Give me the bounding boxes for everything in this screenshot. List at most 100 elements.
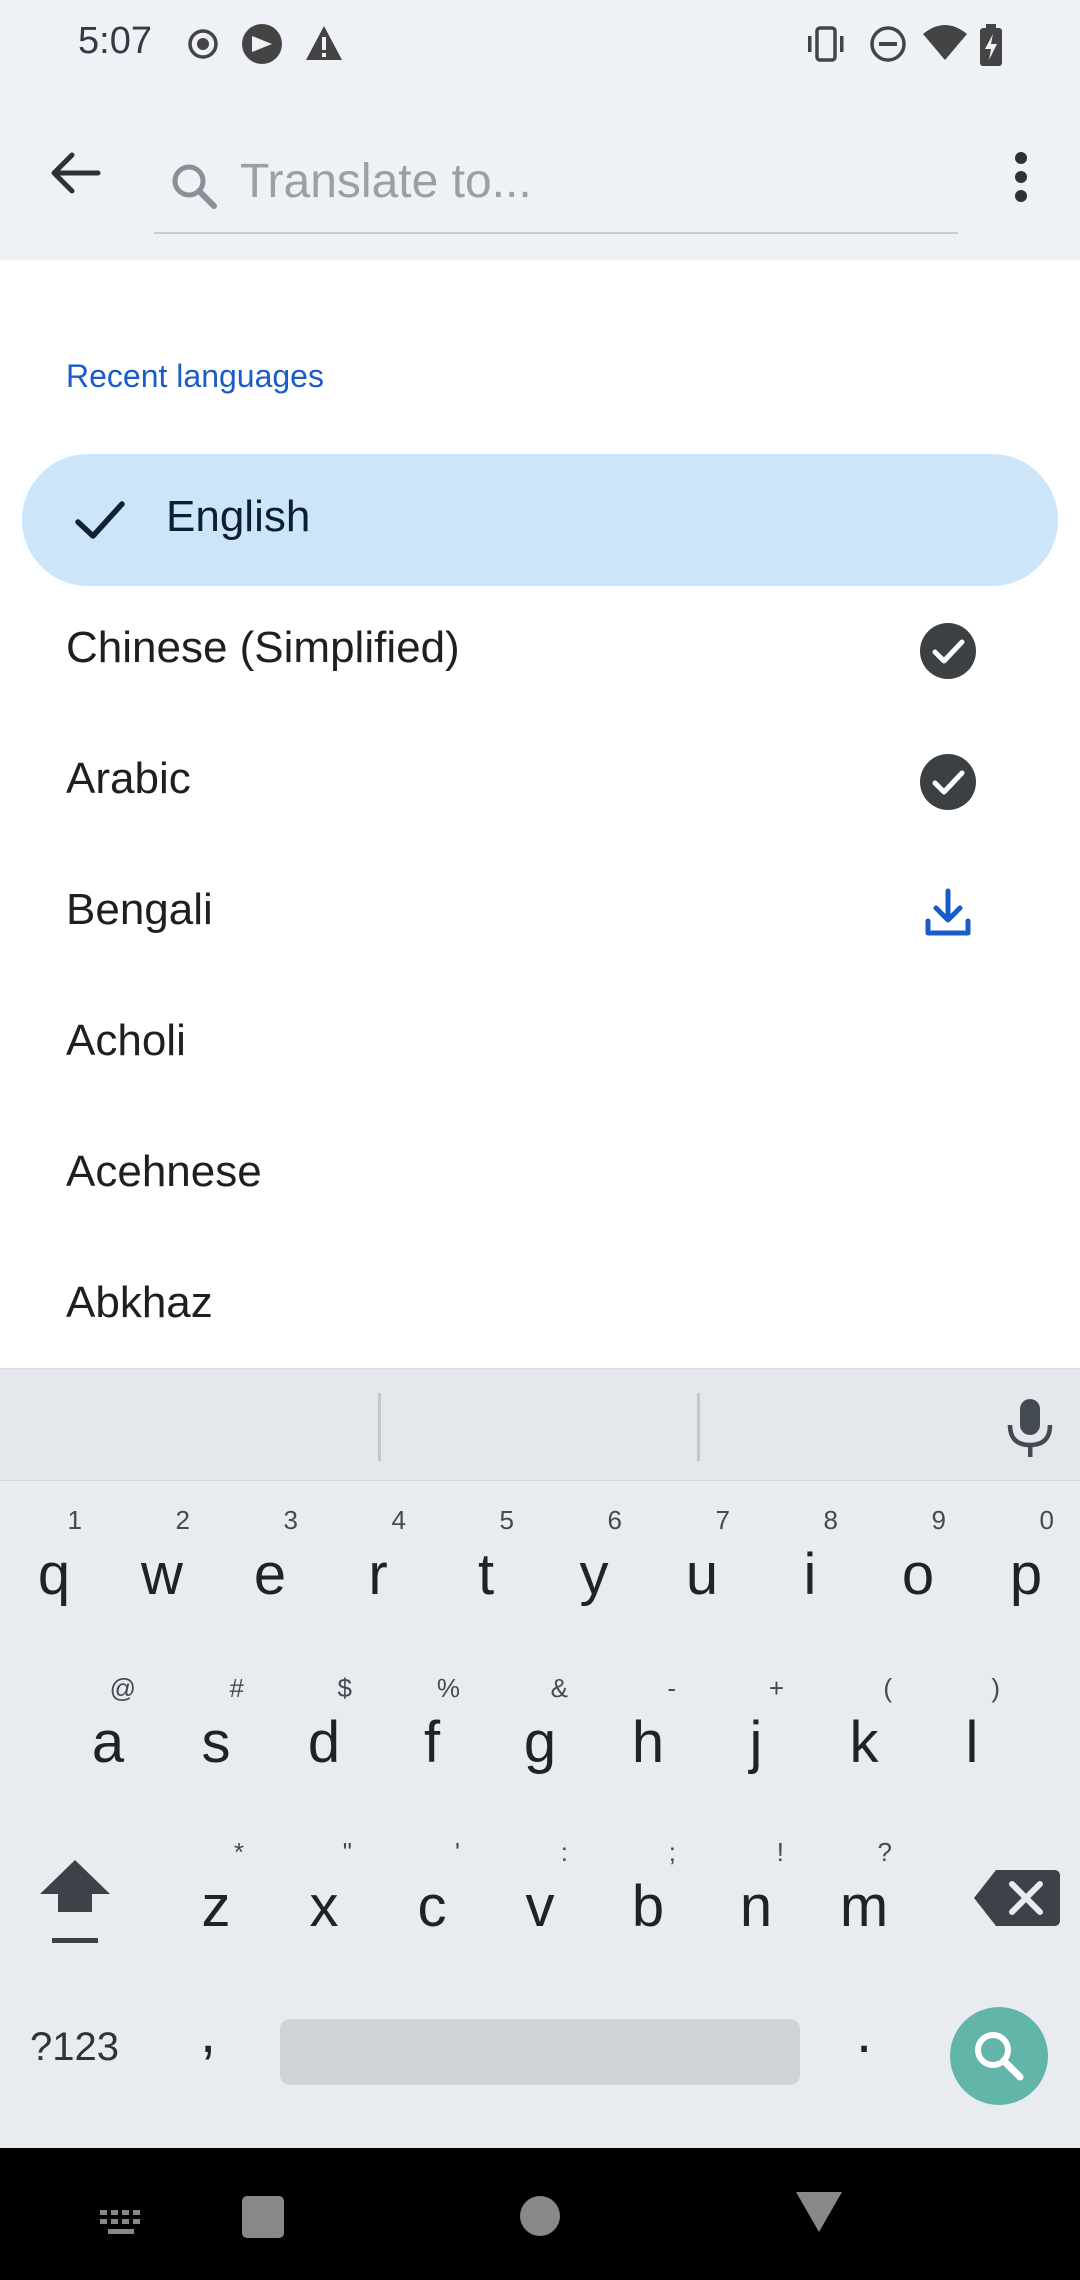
back-icon[interactable] (794, 2188, 844, 2234)
key-hint: ? (877, 1837, 892, 1867)
key-hint: ' (455, 1837, 460, 1867)
key-c[interactable]: ' c (378, 1821, 486, 1971)
key-x[interactable]: " x (270, 1821, 378, 1971)
search-icon (975, 2032, 1024, 2081)
key-hint: 9 (931, 1505, 946, 1535)
key-f[interactable]: % f (378, 1657, 486, 1807)
key-d[interactable]: $ d (270, 1657, 378, 1807)
key-hint: * (233, 1837, 244, 1867)
key-i[interactable]: 8i (756, 1489, 864, 1639)
key-hint: + (768, 1673, 784, 1703)
key-w[interactable]: 2w (108, 1489, 216, 1639)
key-u[interactable]: 7u (648, 1489, 756, 1639)
key-o[interactable]: 9o (864, 1489, 972, 1639)
symbols-key[interactable]: ?123 (30, 2025, 119, 2070)
recent-languages-header: Recent languages (66, 358, 324, 394)
key-hint: 5 (499, 1505, 514, 1535)
key-hint: 3 (283, 1505, 298, 1535)
language-item-english[interactable]: English (22, 454, 1058, 586)
key-label: s (201, 1710, 231, 1775)
key-a[interactable]: @ a (54, 1657, 162, 1807)
key-hint: % (436, 1673, 460, 1703)
language-item-acehnese[interactable]: Acehnese (0, 1109, 1080, 1240)
key-p[interactable]: 0p (972, 1489, 1080, 1639)
language-item-bengali[interactable]: Bengali (0, 847, 1080, 978)
key-label: o (901, 1542, 935, 1607)
back-arrow-icon[interactable] (40, 138, 110, 208)
space-key[interactable] (280, 2019, 800, 2085)
do-not-disturb-icon (870, 26, 906, 62)
language-label: Bengali (66, 885, 213, 934)
status-time: 5:07 (78, 20, 152, 62)
status-bar: 5:07 (0, 0, 1080, 88)
backspace-key[interactable] (966, 1854, 1066, 1944)
key-b[interactable]: ; b (594, 1821, 702, 1971)
home-icon[interactable] (518, 2194, 562, 2238)
language-item-chinese-simplified[interactable]: Chinese (Simplified) (0, 585, 1080, 716)
language-label: English (166, 492, 311, 541)
language-item-acholi[interactable]: Acholi (0, 978, 1080, 1109)
key-k[interactable]: (k (810, 1657, 918, 1807)
search-input[interactable] (240, 146, 940, 216)
key-label: d (307, 1710, 341, 1775)
key-label: p (1009, 1542, 1043, 1607)
key-j[interactable]: + j (702, 1657, 810, 1807)
language-label: Abkhaz (66, 1278, 213, 1327)
key-hint: $ (337, 1673, 352, 1703)
key-label: w (141, 1542, 183, 1607)
key-hint: 8 (823, 1505, 838, 1535)
language-item-abkhaz[interactable]: Abkhaz (0, 1240, 1080, 1371)
key-hint: ! (776, 1837, 784, 1867)
key-g[interactable]: & g (486, 1657, 594, 1807)
language-label: Acholi (66, 1016, 186, 1065)
download-icon[interactable] (918, 883, 978, 943)
key-label: c (417, 1874, 447, 1939)
key-q[interactable]: 1q (0, 1489, 108, 1639)
key-y[interactable]: 6y (540, 1489, 648, 1639)
shift-key[interactable] (30, 1854, 120, 1964)
key-e[interactable]: 3e (216, 1489, 324, 1639)
search-action-key[interactable] (950, 2007, 1048, 2105)
key-label: i (803, 1542, 817, 1607)
key-l[interactable]: ) l (918, 1657, 1026, 1807)
key-t[interactable]: 5t (432, 1489, 540, 1639)
downloaded-check-icon (920, 623, 976, 679)
search-bar[interactable] (154, 128, 958, 234)
key-hint: & (550, 1673, 568, 1703)
check-icon (75, 501, 125, 539)
key-hint: 2 (175, 1505, 190, 1535)
language-item-arabic[interactable]: Arabic (0, 716, 1080, 847)
key-label: z (201, 1874, 231, 1939)
period-key[interactable]: . (856, 1999, 872, 2066)
navigation-bar (0, 2148, 1080, 2280)
record-icon (188, 29, 218, 59)
key-hint: ; (668, 1837, 676, 1867)
microphone-icon[interactable] (1002, 1395, 1058, 1459)
screen: 5:07 Translate to... Recent languages En… (0, 0, 1080, 2280)
key-label: n (739, 1874, 773, 1939)
key-z[interactable]: * z (162, 1821, 270, 1971)
key-label: m (839, 1874, 889, 1939)
app-notification-icon (242, 24, 282, 64)
on-screen-keyboard: 1q2w3e4r5t6y7u8i9o0p @ a # s $ d% f & g - h + j(k) l … (0, 1368, 1080, 2148)
key-h[interactable]: -h (594, 1657, 702, 1807)
key-hint: " (342, 1837, 352, 1867)
key-m[interactable]: ? m (810, 1821, 918, 1971)
key-hint: ( (883, 1673, 892, 1703)
key-label: b (631, 1874, 665, 1939)
key-hint: @ (109, 1673, 136, 1703)
recents-icon[interactable] (240, 2194, 286, 2240)
more-options-icon[interactable] (996, 142, 1046, 212)
wifi-icon (923, 25, 967, 60)
keyboard-switch-icon[interactable] (96, 2208, 152, 2240)
key-v[interactable]: :v (486, 1821, 594, 1971)
comma-key[interactable]: , (200, 1999, 216, 2066)
key-hint: 4 (391, 1505, 406, 1535)
key-hint: : (560, 1837, 568, 1867)
key-s[interactable]: # s (162, 1657, 270, 1807)
key-label: y (579, 1542, 609, 1607)
key-r[interactable]: 4r (324, 1489, 432, 1639)
language-label: Arabic (66, 754, 191, 803)
suggestion-divider (697, 1393, 700, 1461)
key-n[interactable]: ! n (702, 1821, 810, 1971)
